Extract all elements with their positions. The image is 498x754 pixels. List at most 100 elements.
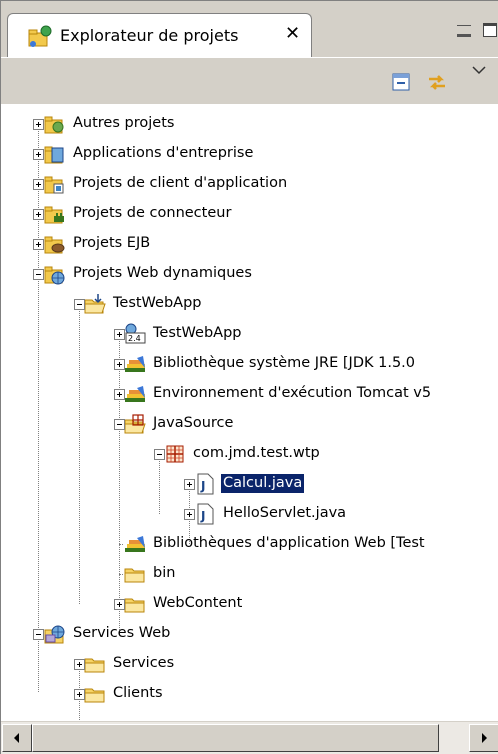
- source-folder-icon: [124, 414, 146, 434]
- tree-item[interactable]: WebContent: [123, 589, 498, 619]
- tree-item-label: bin: [153, 565, 176, 581]
- collapse-icon[interactable]: [154, 449, 165, 460]
- tree-item-label: com.jmd.test.wtp: [193, 445, 320, 461]
- tree-item-label: Applications d'entreprise: [73, 145, 254, 161]
- svg-text:J: J: [200, 479, 205, 493]
- tree-item[interactable]: J HelloServlet.java: [193, 499, 498, 529]
- java-file-icon: J: [197, 503, 214, 525]
- tree-item-label: Calcul.java: [219, 473, 306, 494]
- project-folder-icon: [84, 294, 106, 314]
- tree-item-label: TestWebApp: [153, 325, 242, 341]
- folder-icon: [124, 568, 145, 583]
- tree-item[interactable]: Services Web: [43, 619, 498, 649]
- expand-icon[interactable]: [33, 149, 44, 160]
- app-client-icon: [44, 176, 64, 194]
- tree-item[interactable]: Bibliothèque système JRE [JDK 1.5.0: [123, 349, 498, 379]
- expand-icon[interactable]: [184, 479, 195, 490]
- connector-icon: [44, 206, 64, 224]
- arrow-right-icon: [482, 733, 487, 743]
- close-tab-icon[interactable]: ✕: [285, 23, 300, 44]
- folder-icon: [84, 658, 105, 673]
- view-title-bar: Explorateur de projets ✕: [1, 1, 498, 57]
- tree-item[interactable]: Clients: [83, 679, 498, 709]
- expand-icon[interactable]: [33, 209, 44, 220]
- tree-item[interactable]: Projets Web dynamiques: [43, 259, 498, 289]
- other-projects-icon: [44, 116, 64, 134]
- expand-icon[interactable]: [33, 119, 44, 130]
- tree-item[interactable]: 2.4 TestWebApp: [123, 319, 498, 349]
- tree-guide-line: [79, 306, 80, 604]
- tree-item-label: WebContent: [153, 595, 243, 611]
- tree-item[interactable]: Projets de client d'application: [43, 169, 498, 199]
- collapse-icon[interactable]: [114, 419, 125, 430]
- collapse-icon[interactable]: [33, 269, 44, 280]
- tree-item-label: Clients: [113, 685, 163, 701]
- expand-icon[interactable]: [114, 359, 125, 370]
- tree-item[interactable]: Services: [83, 649, 498, 679]
- svg-text:J: J: [200, 509, 205, 523]
- tree-item[interactable]: com.jmd.test.wtp: [163, 439, 498, 469]
- tree-item-label: Environnement d'exécution Tomcat v5: [153, 385, 432, 401]
- tree-guide-line: [119, 544, 123, 545]
- library-icon: [125, 356, 145, 372]
- tree-item-label: Services: [113, 655, 175, 671]
- svg-text:2.4: 2.4: [128, 334, 141, 343]
- tree-item[interactable]: J Calcul.java: [193, 469, 498, 499]
- expand-icon[interactable]: [33, 179, 44, 190]
- scroll-left-button[interactable]: [2, 724, 32, 752]
- expand-icon[interactable]: [74, 659, 85, 670]
- tree-item[interactable]: JavaSource: [123, 409, 498, 439]
- project-explorer-view: Explorateur de projets ✕ Autres projets A…: [0, 0, 498, 754]
- link-with-editor-icon[interactable]: [425, 70, 449, 94]
- horizontal-scrollbar[interactable]: [1, 721, 498, 754]
- expand-icon[interactable]: [114, 389, 125, 400]
- minimize-icon[interactable]: [457, 23, 471, 37]
- java-file-icon: J: [197, 473, 214, 495]
- tree-item[interactable]: Environnement d'exécution Tomcat v5: [123, 379, 498, 409]
- tree-item[interactable]: Autres projets: [43, 109, 498, 139]
- tree-item[interactable]: Bibliothèques d'application Web [Test: [123, 529, 498, 559]
- tree-guide-line: [159, 456, 160, 514]
- tree-item-label: JavaSource: [153, 415, 234, 431]
- tree-item[interactable]: Applications d'entreprise: [43, 139, 498, 169]
- tree-item-label: Projets EJB: [73, 235, 151, 251]
- deployment-descriptor-icon: 2.4: [125, 323, 146, 344]
- expand-icon[interactable]: [33, 239, 44, 250]
- tree-item-label: Bibliothèques d'application Web [Test: [153, 535, 425, 551]
- tree-item-label: Autres projets: [73, 115, 175, 131]
- view-menu-icon[interactable]: [471, 64, 487, 76]
- project-tree: Autres projets Applications d'entreprise P…: [1, 104, 498, 721]
- library-icon: [125, 536, 145, 552]
- folder-icon: [84, 688, 105, 703]
- tree-item[interactable]: TestWebApp: [83, 289, 498, 319]
- collapse-icon[interactable]: [74, 299, 85, 310]
- tree-item[interactable]: Projets de connecteur: [43, 199, 498, 229]
- ejb-icon: [44, 236, 65, 254]
- view-toolbar: [1, 57, 498, 105]
- tree-item-label: Projets de connecteur: [73, 205, 232, 221]
- library-icon: [125, 386, 145, 402]
- expand-icon[interactable]: [114, 329, 125, 340]
- arrow-left-icon: [14, 733, 19, 743]
- expand-icon[interactable]: [114, 599, 125, 610]
- tab-explorateur-de-projets[interactable]: Explorateur de projets ✕: [7, 13, 312, 57]
- tree-item-label: Bibliothèque système JRE [JDK 1.5.0: [153, 355, 416, 371]
- web-services-icon: [44, 625, 65, 644]
- tree-item-label: Services Web: [73, 625, 171, 641]
- tree-item[interactable]: bin: [123, 559, 498, 589]
- scroll-thumb[interactable]: [32, 724, 439, 752]
- web-project-icon: [44, 266, 65, 285]
- tree-item-label: TestWebApp: [113, 295, 202, 311]
- collapse-all-icon[interactable]: [389, 70, 413, 94]
- tree-item-label: Projets de client d'application: [73, 175, 288, 191]
- tree-guide-line: [119, 336, 120, 634]
- collapse-icon[interactable]: [33, 629, 44, 640]
- tree-item[interactable]: Projets EJB: [43, 229, 498, 259]
- expand-icon[interactable]: [74, 689, 85, 700]
- view-title: Explorateur de projets: [60, 26, 239, 45]
- maximize-icon[interactable]: [483, 23, 497, 37]
- package-icon: [166, 445, 184, 463]
- tree-item-label: Projets Web dynamiques: [73, 265, 252, 281]
- scroll-right-button[interactable]: [469, 724, 498, 752]
- expand-icon[interactable]: [184, 509, 195, 520]
